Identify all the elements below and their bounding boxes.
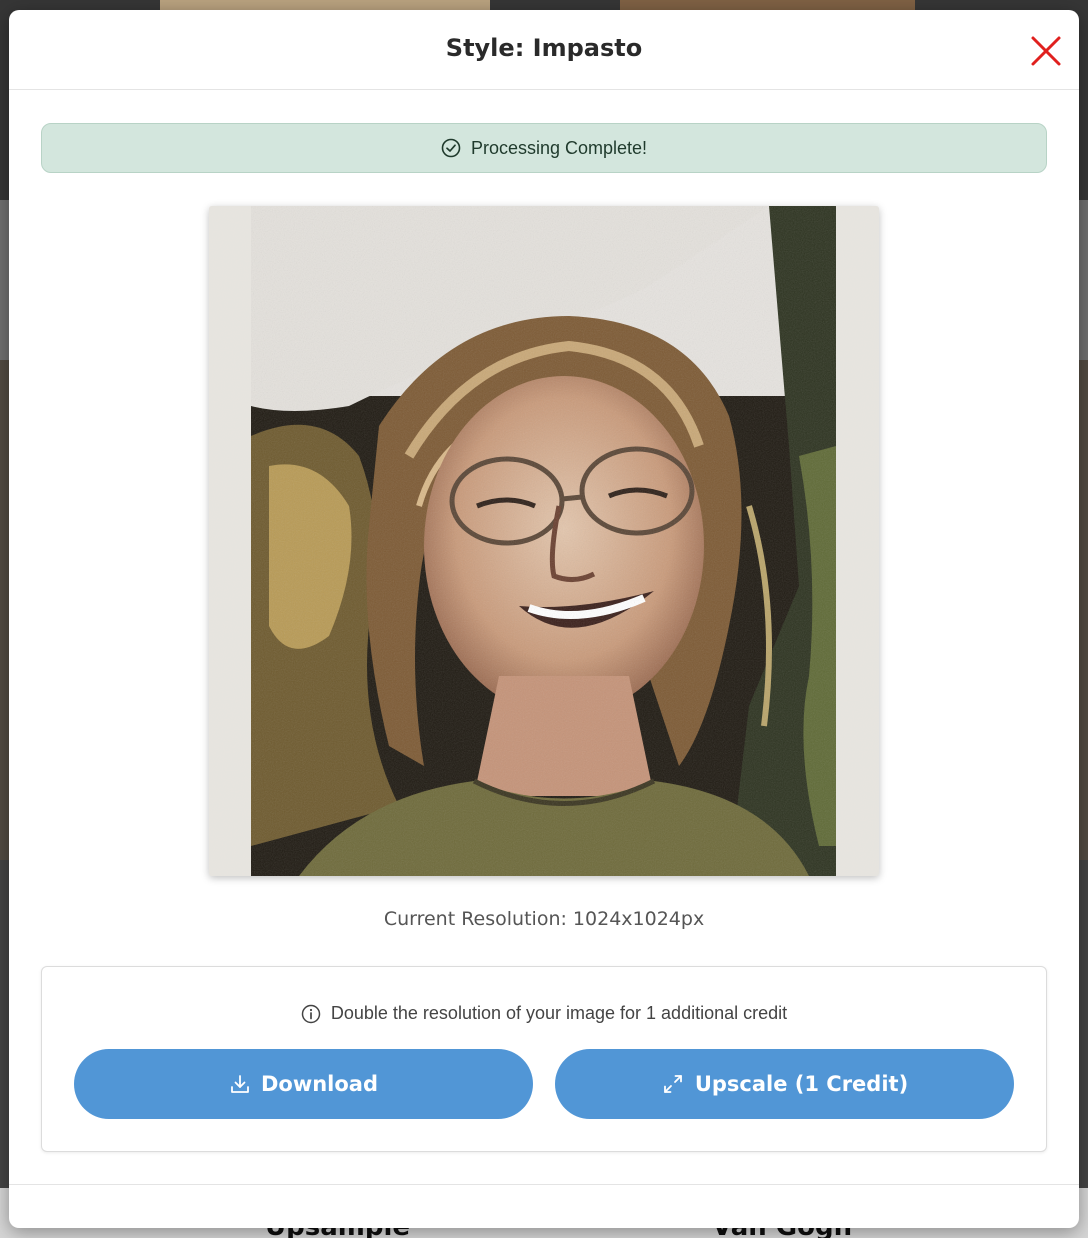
upscale-button-label: Upscale (1 Credit) (694, 1072, 909, 1096)
upscale-panel: Double the resolution of your image for … (41, 966, 1047, 1152)
style-result-modal: Style: Impasto Processing Complete! Curr… (9, 10, 1079, 1228)
info-icon (301, 1004, 321, 1023)
upscale-info: Double the resolution of your image for … (42, 1003, 1046, 1024)
close-button[interactable] (1029, 34, 1063, 68)
download-button-label: Download (260, 1072, 379, 1096)
success-alert: Processing Complete! (41, 123, 1047, 173)
current-resolution-text: Current Resolution: 1024x1024px (383, 908, 705, 930)
modal-footer (9, 1184, 1079, 1228)
expand-icon (663, 1075, 682, 1093)
impasto-portrait (209, 206, 879, 876)
upscale-button[interactable]: Upscale (1 Credit) (555, 1049, 1014, 1119)
download-icon (231, 1075, 249, 1093)
alert-text: Processing Complete! (470, 137, 648, 158)
modal-title: Style: Impasto (445, 34, 643, 62)
result-image (209, 206, 879, 876)
upscale-info-text: Double the resolution of your image for … (330, 1003, 788, 1023)
check-circle-icon (441, 138, 461, 158)
modal-header: Style: Impasto (9, 10, 1079, 90)
close-icon (1031, 36, 1061, 66)
download-button[interactable]: Download (74, 1049, 533, 1119)
